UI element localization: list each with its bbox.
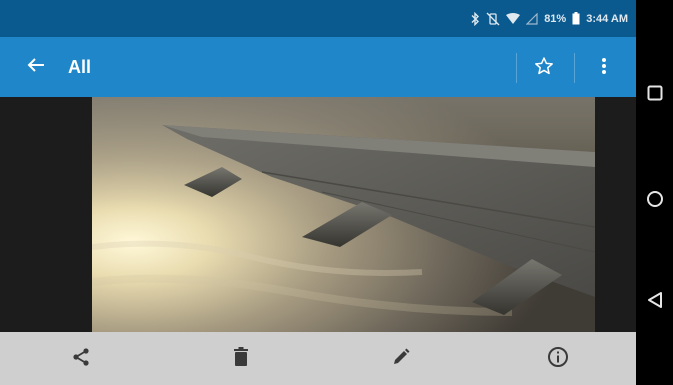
bottom-action-bar	[0, 332, 636, 385]
back-button[interactable]	[22, 53, 50, 81]
more-options-button[interactable]	[590, 54, 618, 82]
share-button[interactable]	[66, 344, 96, 374]
recents-square-icon	[647, 85, 663, 106]
wifi-icon	[506, 12, 521, 25]
photo-image[interactable]	[92, 97, 595, 332]
favorite-button[interactable]	[530, 54, 558, 82]
recents-button[interactable]	[644, 84, 666, 106]
photo-viewer[interactable]	[0, 97, 636, 332]
back-triangle-icon	[647, 291, 663, 314]
status-bar: 81% 3:44 AM	[0, 0, 636, 37]
edit-icon	[391, 347, 411, 372]
toolbar-divider	[516, 53, 517, 83]
nav-back-button[interactable]	[644, 291, 666, 313]
toolbar-divider	[574, 53, 575, 83]
home-button[interactable]	[644, 190, 666, 212]
edit-button[interactable]	[386, 344, 416, 374]
bluetooth-icon	[470, 11, 480, 26]
more-vert-icon	[601, 57, 607, 80]
delete-icon	[233, 346, 249, 372]
info-button[interactable]	[543, 344, 573, 374]
home-circle-icon	[646, 190, 664, 213]
system-nav-bar	[636, 0, 673, 385]
status-time: 3:44 AM	[586, 12, 628, 25]
battery-text: 81%	[544, 12, 567, 25]
page-title: All	[68, 57, 92, 77]
status-icons: 81% 3:44 AM	[470, 0, 628, 37]
app-bar: All	[0, 37, 636, 97]
share-icon	[71, 347, 91, 372]
cell-signal-icon	[526, 12, 538, 25]
vibrate-off-icon	[486, 12, 500, 26]
star-outline-icon	[534, 56, 554, 81]
arrow-back-icon	[27, 57, 45, 78]
info-icon	[547, 346, 569, 373]
delete-button[interactable]	[226, 344, 256, 374]
battery-icon	[572, 12, 580, 25]
phone-screen: 81% 3:44 AM All	[0, 0, 636, 385]
